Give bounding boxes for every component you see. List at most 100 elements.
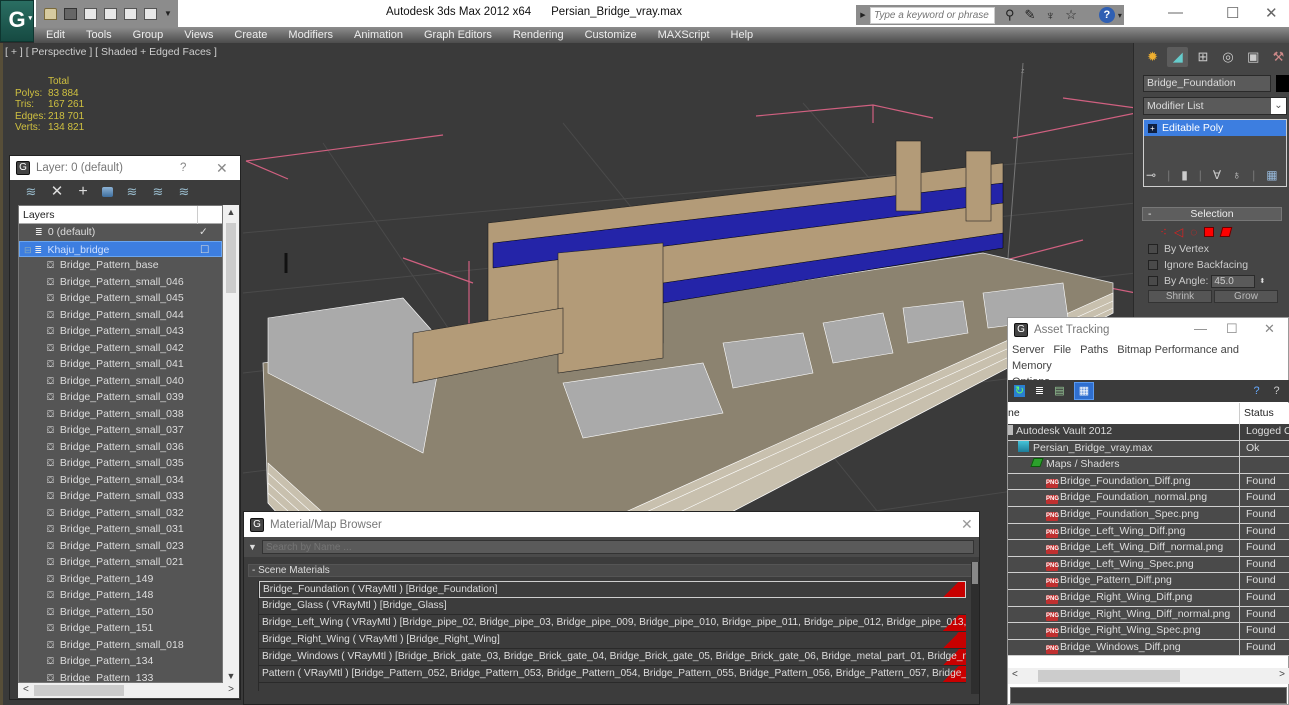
delete-layer-icon[interactable]: ✕	[50, 184, 64, 199]
object-row[interactable]: ⛋ Bridge_Pattern_small_023	[19, 538, 222, 555]
display-tab-icon[interactable]: ▣	[1243, 47, 1264, 67]
column-status-header[interactable]: Status	[1239, 403, 1274, 424]
viewport-label[interactable]: [ + ] [ Perspective ] [ Shaded + Edged F…	[5, 46, 217, 58]
object-row[interactable]: ⛋ Bridge_Pattern_small_042	[19, 340, 222, 357]
object-name-field[interactable]: Bridge_Foundation	[1143, 75, 1271, 92]
close-button[interactable]: ✕	[961, 516, 973, 533]
list-view-icon[interactable]: ≣	[1034, 385, 1045, 397]
object-row[interactable]: ⛋ Bridge_Pattern_small_034	[19, 472, 222, 489]
asset-row[interactable]: Maps / Shaders	[1008, 457, 1289, 474]
checkbox[interactable]	[1148, 260, 1158, 270]
keyword-search-input[interactable]	[870, 6, 995, 24]
asset-row[interactable]: PNGBridge_Right_Wing_Diff.png Found	[1008, 589, 1289, 607]
grow-button[interactable]: Grow	[1214, 290, 1278, 303]
scroll-right-icon[interactable]: >	[228, 684, 234, 695]
create-layer-icon[interactable]: ≋	[24, 185, 38, 199]
asset-row[interactable]: PNGBridge_Foundation_Diff.png Found	[1008, 473, 1289, 491]
material-row[interactable]: Bridge_Foundation ( VRayMtl ) [Bridge_Fo…	[259, 581, 966, 598]
object-row[interactable]: ⛋ Bridge_Pattern_small_032	[19, 505, 222, 522]
menu-customize[interactable]: Customize	[585, 29, 637, 41]
object-row[interactable]: ⛋ Bridge_Pattern_151	[19, 620, 222, 637]
object-row[interactable]: ⛋ Bridge_Pattern_small_021	[19, 554, 222, 571]
object-row[interactable]: ⛋ Bridge_Pattern_small_031	[19, 521, 222, 538]
help-dropdown-icon[interactable]: ▾	[1118, 11, 1122, 20]
create-tab-icon[interactable]: ✹	[1142, 47, 1163, 67]
scroll-up-icon[interactable]: ▲	[223, 207, 239, 217]
menu-help[interactable]: Help	[731, 29, 754, 41]
help-icon[interactable]: ?	[1098, 7, 1115, 23]
object-row[interactable]: ⛋ Bridge_Pattern_149	[19, 571, 222, 588]
object-row[interactable]: ⛋ Bridge_Pattern_small_045	[19, 290, 222, 307]
scroll-thumb[interactable]	[1038, 670, 1180, 682]
tree-view-icon[interactable]: ▤	[1054, 385, 1065, 397]
object-row[interactable]: ⛋ Bridge_Pattern_small_037	[19, 422, 222, 439]
scroll-thumb[interactable]	[34, 685, 124, 696]
expand-icon[interactable]: +	[1148, 124, 1157, 133]
horizontal-scrollbar[interactable]: < >	[1008, 668, 1289, 684]
scroll-thumb[interactable]	[972, 562, 978, 584]
material-row[interactable]: Bridge_Right_Wing ( VRayMtl ) [Bridge_Ri…	[259, 632, 966, 649]
menu-rendering[interactable]: Rendering	[513, 29, 564, 41]
close-button[interactable]: ✕	[1264, 321, 1275, 337]
object-row[interactable]: ⛋ Bridge_Pattern_small_036	[19, 439, 222, 456]
options-menu-icon[interactable]: ▼	[248, 542, 262, 552]
checkbox[interactable]	[1148, 276, 1158, 286]
asset-row[interactable]: Autodesk Vault 2012 Logged O	[1008, 424, 1289, 441]
by-angle-option[interactable]: By Angle: 45.0 ⬍	[1142, 273, 1282, 289]
maximize-button[interactable]: ☐	[1226, 4, 1239, 22]
edge-icon[interactable]: ◁	[1174, 225, 1183, 241]
object-row[interactable]: ⛋ Bridge_Pattern_small_044	[19, 307, 222, 324]
polygon-icon[interactable]	[1204, 227, 1215, 237]
menu-maxscript[interactable]: MAXScript	[658, 29, 710, 41]
object-row[interactable]: ⛋ Bridge_Pattern_small_039	[19, 389, 222, 406]
asset-row[interactable]: PNGBridge_Left_Wing_Diff.png Found	[1008, 523, 1289, 541]
material-row[interactable]: Pattern ( VRayMtl ) [Bridge_Pattern_052,…	[259, 666, 966, 683]
menu-create[interactable]: Create	[234, 29, 267, 41]
scroll-thumb[interactable]	[226, 223, 236, 293]
close-button[interactable]: ✕	[216, 160, 228, 177]
redo-icon[interactable]	[144, 7, 157, 20]
binoculars-icon[interactable]: ⚲	[1005, 7, 1015, 23]
context-help-icon[interactable]: ?	[1271, 385, 1282, 397]
expand-arrow-icon[interactable]: ▶	[856, 11, 870, 19]
remove-modifier-icon[interactable]: ♁	[1232, 168, 1241, 182]
search-by-name-input[interactable]	[262, 540, 974, 554]
ignore-backfacing-option[interactable]: Ignore Backfacing	[1142, 257, 1282, 273]
scroll-down-icon[interactable]: ▼	[223, 671, 239, 681]
help-icon[interactable]: ?	[1251, 385, 1262, 397]
object-row[interactable]: ⛋ Bridge_Pattern_base	[19, 257, 222, 274]
select-layer-icon[interactable]: ≋	[125, 185, 139, 199]
asset-row[interactable]: PNGBridge_Left_Wing_Diff_normal.png Found	[1008, 540, 1289, 557]
asset-row[interactable]: PNGBridge_Pattern_Diff.png Found	[1008, 573, 1289, 590]
vertical-scrollbar[interactable]: ▲ ▼	[223, 205, 239, 683]
menu-group[interactable]: Group	[133, 29, 164, 41]
asset-row[interactable]: PNGBridge_Left_Wing_Spec.png Found	[1008, 556, 1289, 574]
selection-rollout-header[interactable]: - Selection	[1142, 207, 1282, 221]
menu-graph-editors[interactable]: Graph Editors	[424, 29, 492, 41]
menu-modifiers[interactable]: Modifiers	[288, 29, 333, 41]
horizontal-scrollbar[interactable]: < >	[18, 683, 239, 698]
menu-animation[interactable]: Animation	[354, 29, 403, 41]
layers-column-header[interactable]: Layers	[19, 206, 222, 224]
column-name-header[interactable]: ne	[1008, 407, 1020, 419]
scroll-left-icon[interactable]: <	[23, 684, 29, 695]
collapse-icon[interactable]: ⊟	[24, 245, 32, 255]
favorites-star-icon[interactable]: ☆	[1065, 7, 1077, 23]
material-row[interactable]: Bridge_Left_Wing ( VRayMtl ) [Bridge_pip…	[259, 615, 966, 632]
save-file-icon[interactable]	[64, 7, 77, 20]
vertical-scrollbar[interactable]	[971, 562, 979, 694]
close-button[interactable]: ✕	[1265, 4, 1278, 22]
project-folder-icon[interactable]	[104, 7, 117, 20]
object-color-swatch[interactable]	[1276, 75, 1289, 92]
utilities-tab-icon[interactable]: ⚒	[1268, 47, 1289, 67]
table-view-icon[interactable]: ▦	[1074, 382, 1094, 400]
refresh-icon[interactable]: ↻	[1014, 385, 1025, 397]
material-row[interactable]: Bridge_Windows ( VRayMtl ) [Bridge_Brick…	[259, 649, 966, 666]
angle-spinner-input[interactable]: 45.0	[1211, 274, 1256, 288]
spinner-arrows-icon[interactable]: ⬍	[1259, 277, 1265, 285]
object-row[interactable]: ⛋ Bridge_Pattern_small_035	[19, 455, 222, 472]
asset-row[interactable]: Persian_Bridge_vray.max Ok	[1008, 440, 1289, 458]
show-end-result-icon[interactable]: ▮	[1181, 168, 1188, 182]
object-row[interactable]: ⛋ Bridge_Pattern_small_033	[19, 488, 222, 505]
open-file-icon[interactable]	[44, 7, 57, 20]
